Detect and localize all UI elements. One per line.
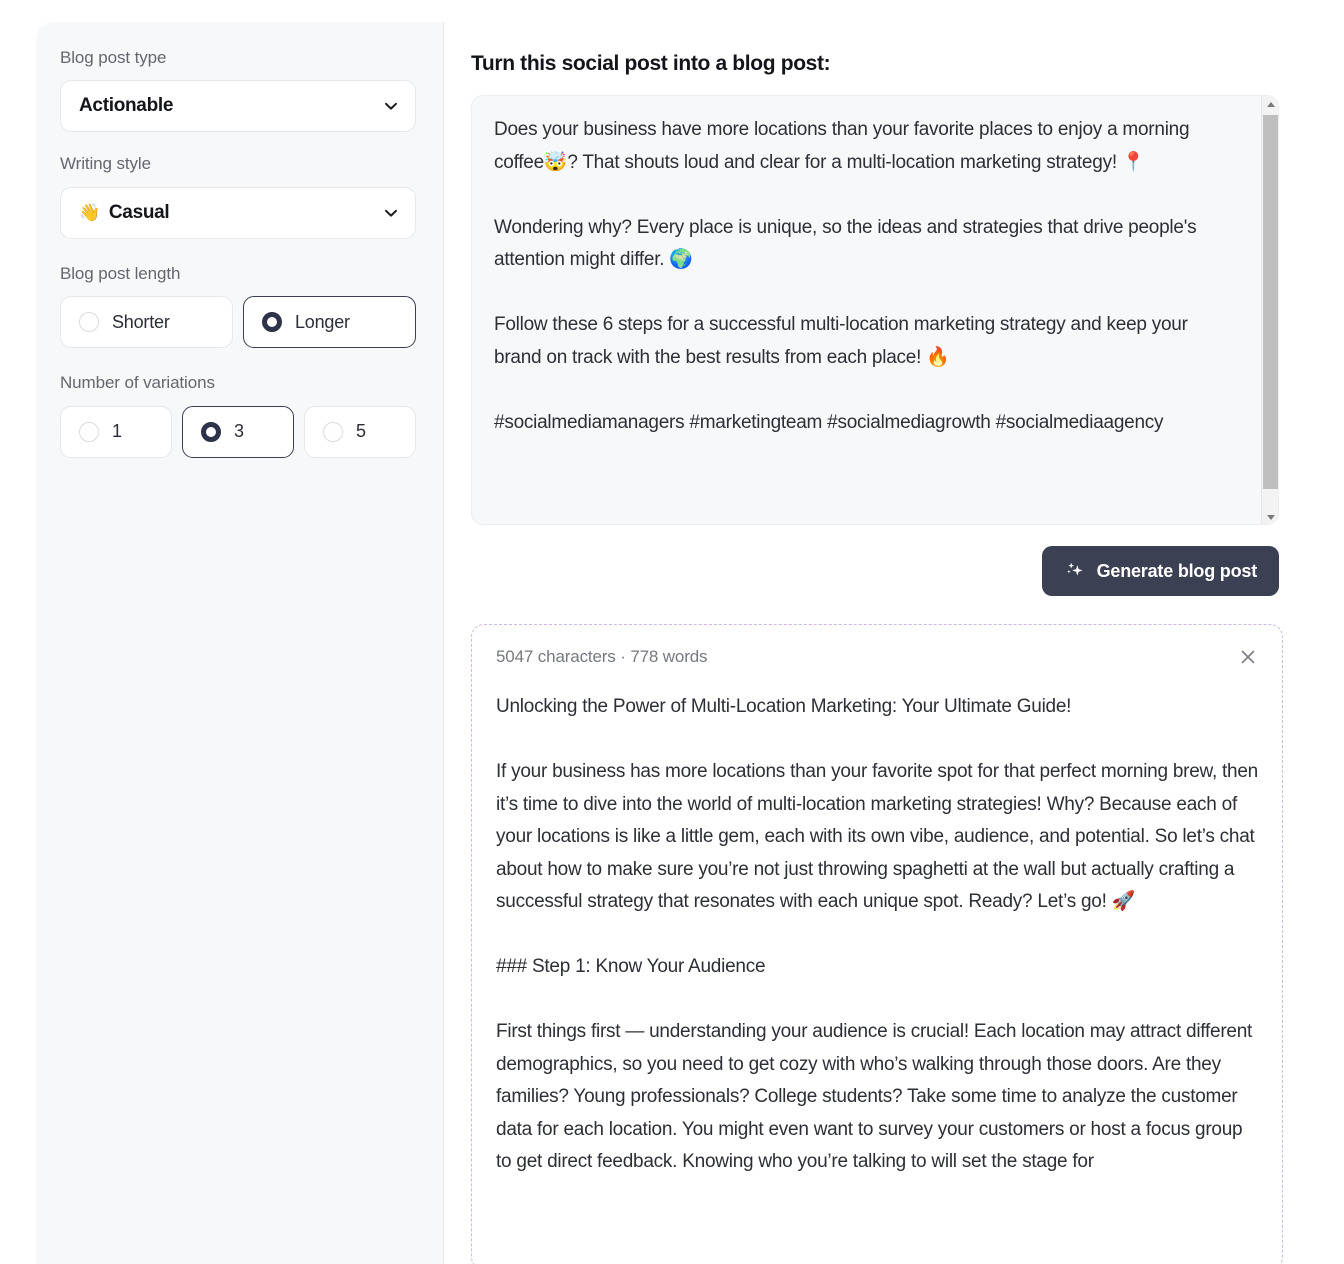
radio-dot-selected-icon bbox=[262, 312, 282, 333]
generate-button-label: Generate blog post bbox=[1096, 560, 1258, 581]
source-post-text[interactable]: Does your business have more locations t… bbox=[494, 114, 1238, 508]
radio-option-3[interactable]: 3 bbox=[182, 405, 294, 458]
close-icon[interactable] bbox=[1236, 645, 1260, 669]
waving-hand-icon: 👋 bbox=[79, 203, 100, 223]
radio-option-longer[interactable]: Longer bbox=[243, 296, 416, 349]
radio-option-1[interactable]: 1 bbox=[60, 405, 172, 458]
blog-post-type-label: Blog post type bbox=[60, 48, 167, 67]
generated-result-card: 5047 characters · 778 words Unlocking th… bbox=[471, 624, 1283, 1264]
radio-label: Shorter bbox=[112, 311, 170, 332]
writing-style-value: 👋 Casual bbox=[79, 201, 170, 224]
triangle-up-icon bbox=[1266, 102, 1275, 107]
scrollbar-up-button[interactable] bbox=[1262, 96, 1278, 113]
writing-style-text: Casual bbox=[108, 201, 170, 223]
chevron-down-icon bbox=[384, 99, 398, 113]
blog-post-length-label: Blog post length bbox=[60, 263, 181, 283]
main-content: Turn this social post into a blog post: … bbox=[444, 0, 1344, 1264]
generate-button-row: Generate blog post bbox=[471, 546, 1279, 596]
radio-label: 5 bbox=[356, 421, 366, 442]
writing-style-select[interactable]: 👋 Casual bbox=[60, 186, 416, 239]
generated-blog-post-text: Unlocking the Power of Multi-Location Ma… bbox=[496, 696, 1258, 1172]
triangle-down-icon bbox=[1266, 515, 1275, 520]
writing-style-label: Writing style bbox=[60, 154, 151, 174]
chevron-down-icon bbox=[384, 206, 398, 220]
blog-post-type-value: Actionable bbox=[79, 95, 174, 117]
settings-sidebar: Blog post type Actionable Writing style … bbox=[36, 22, 444, 1264]
blog-post-length-group: Shorter Longer bbox=[60, 296, 419, 349]
number-of-variations-group: 1 3 5 bbox=[60, 405, 419, 458]
radio-dot-selected-icon bbox=[201, 421, 221, 442]
result-meta-counts: 5047 characters · 778 words bbox=[496, 647, 708, 666]
radio-dot-icon bbox=[79, 312, 99, 333]
sparkles-icon bbox=[1064, 560, 1086, 582]
radio-dot-icon bbox=[79, 421, 99, 442]
blog-post-generator-app: Blog post type Actionable Writing style … bbox=[0, 0, 1344, 1264]
blog-post-type-select[interactable]: Actionable bbox=[60, 80, 416, 133]
page-title: Turn this social post into a blog post: bbox=[471, 52, 831, 75]
radio-dot-icon bbox=[323, 421, 343, 442]
scrollbar-thumb[interactable] bbox=[1263, 115, 1278, 489]
number-of-variations-label: Number of variations bbox=[60, 373, 215, 393]
radio-option-5[interactable]: 5 bbox=[304, 405, 416, 458]
radio-label: Longer bbox=[295, 311, 350, 332]
scrollbar-down-button[interactable] bbox=[1262, 509, 1278, 524]
textarea-scrollbar[interactable] bbox=[1261, 96, 1278, 524]
radio-label: 1 bbox=[112, 421, 122, 442]
radio-label: 3 bbox=[234, 421, 244, 442]
source-post-textarea[interactable]: Does your business have more locations t… bbox=[471, 95, 1279, 525]
generate-blog-post-button[interactable]: Generate blog post bbox=[1041, 546, 1279, 596]
radio-option-shorter[interactable]: Shorter bbox=[60, 296, 233, 349]
